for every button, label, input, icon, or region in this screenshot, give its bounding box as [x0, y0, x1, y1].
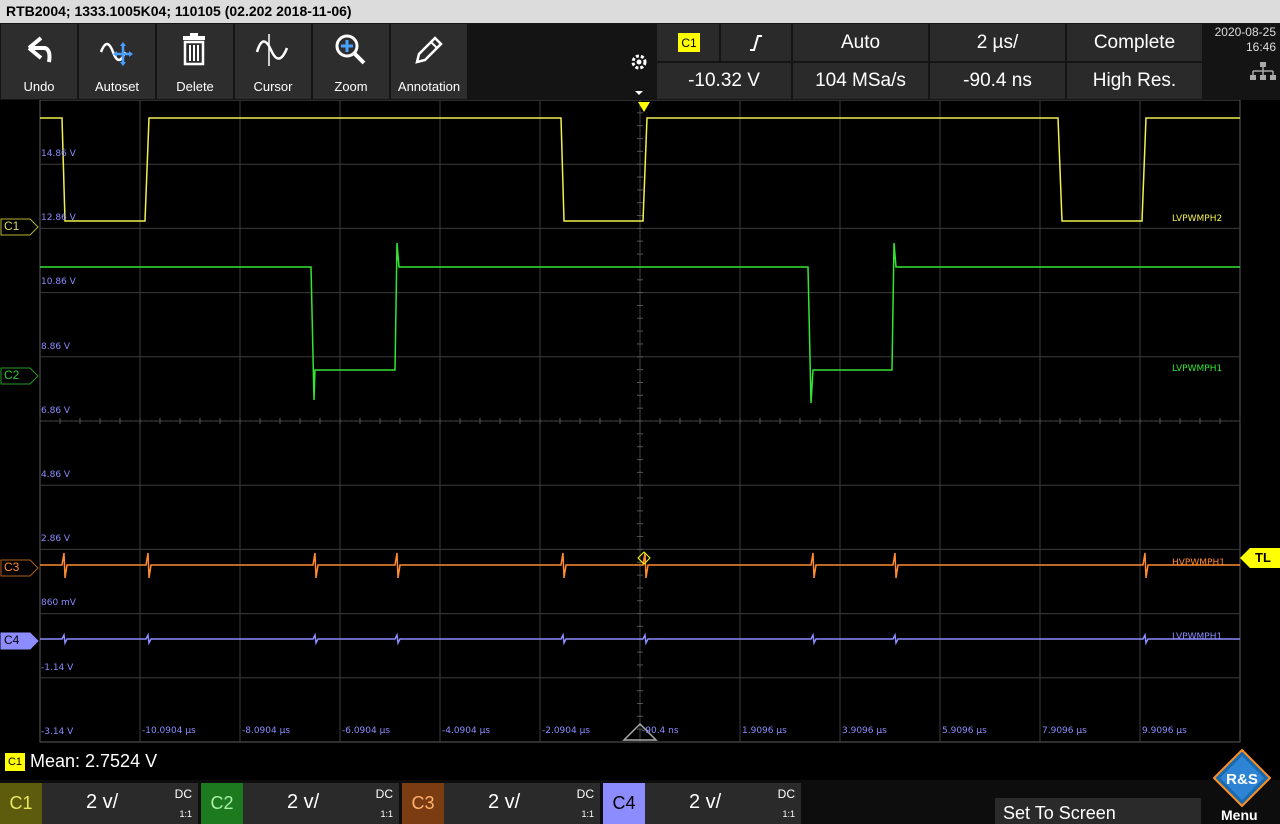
- time-axis-label: 7.9096 µs: [1042, 726, 1087, 736]
- window-title: RTB2004; 1333.1005K04; 110105 (02.202 20…: [0, 0, 1280, 23]
- trigger-settings-button[interactable]: [624, 24, 654, 98]
- c4-offset-marker[interactable]: C4: [0, 632, 40, 650]
- graticule: [39, 100, 1241, 743]
- pencil-icon: [415, 36, 443, 64]
- c3-ratio: 1:1: [581, 809, 594, 819]
- voltage-axis-label: 2.86 V: [41, 534, 71, 545]
- date-text: 2020-08-25: [1214, 25, 1276, 39]
- c2-ratio: 1:1: [380, 809, 393, 819]
- voltage-axis-label: 10.86 V: [41, 277, 76, 288]
- rs-logo-icon: R&S: [1212, 748, 1272, 808]
- autoset-icon: [99, 42, 133, 66]
- delete-label: Delete: [176, 79, 214, 94]
- time-axis-label: 3.9096 µs: [842, 726, 887, 736]
- menu-button[interactable]: R&S Menu: [1204, 748, 1280, 824]
- zoom-label: Zoom: [334, 79, 368, 94]
- time-axis-label: 5.9096 µs: [942, 726, 987, 736]
- measurement-bar: C1 Mean: 2.7524 V: [0, 748, 1280, 778]
- undo-label: Undo: [23, 79, 55, 94]
- c4-coupling: DC: [777, 787, 795, 801]
- time-axis-label: -2.0904 µs: [542, 726, 591, 736]
- c1-offset-marker[interactable]: C1: [0, 218, 40, 236]
- timebase-scale[interactable]: 2 µs/: [930, 24, 1065, 61]
- undo-icon: [27, 36, 52, 63]
- autoset-button[interactable]: Autoset: [79, 24, 155, 99]
- c4-scale: 2 v/: [689, 791, 722, 813]
- trash-icon: [183, 33, 205, 66]
- c1-scale: 2 v/: [86, 791, 119, 813]
- c1-trace-label: LVPWMPH2: [1172, 214, 1223, 224]
- set-to-screen-button[interactable]: Set To Screen: [995, 798, 1201, 824]
- annotation-button[interactable]: Annotation: [391, 24, 467, 99]
- c3-tag: C3: [402, 783, 444, 824]
- horizontal-position[interactable]: -90.4 ns: [930, 63, 1065, 99]
- c1-ratio: 1:1: [179, 809, 192, 819]
- trigger-level[interactable]: -10.32 V: [657, 63, 791, 99]
- channel-c3-settings[interactable]: C3 2 v/ DC 1:1: [402, 783, 600, 824]
- c1-tag: C1: [0, 783, 42, 824]
- menu-label: Menu: [1221, 807, 1258, 823]
- voltage-axis-label: 8.86 V: [41, 341, 71, 352]
- time-axis-label: -4.0904 µs: [442, 726, 491, 736]
- c4-ratio: 1:1: [782, 809, 795, 819]
- autoset-label: Autoset: [94, 79, 140, 94]
- datetime: 2020-08-25 16:46: [1204, 25, 1276, 87]
- c2-trace-label: LVPWMPH1: [1172, 364, 1223, 374]
- cursor-label: Cursor: [253, 79, 293, 94]
- annotation-label: Annotation: [397, 79, 461, 94]
- sample-rate[interactable]: 104 MSa/s: [793, 63, 928, 99]
- c3-coupling: DC: [576, 787, 594, 801]
- set-to-screen-label: Set To Screen: [1003, 803, 1116, 823]
- acquisition-mode[interactable]: High Res.: [1067, 63, 1202, 99]
- zoom-button[interactable]: Zoom: [313, 24, 389, 99]
- gear-icon: [631, 54, 647, 95]
- time-axis-label: -8.0904 µs: [242, 726, 291, 736]
- network-icon: [1250, 62, 1276, 80]
- rs-logo-text: R&S: [1226, 771, 1258, 788]
- c2-scale: 2 v/: [287, 791, 320, 813]
- c1-coupling: DC: [174, 787, 192, 801]
- rising-edge-icon: [750, 34, 762, 51]
- zoom-icon: [335, 34, 366, 65]
- cursor-button[interactable]: Cursor: [235, 24, 311, 99]
- time-axis-label: -10.0904 µs: [142, 726, 196, 736]
- voltage-axis-label: 4.86 V: [41, 470, 71, 480]
- cursor-wave-icon: [255, 34, 289, 66]
- time-axis-label: -90.4 ns: [642, 726, 679, 736]
- time-axis-label: 9.9096 µs: [1142, 726, 1187, 736]
- time-axis-label: -6.0904 µs: [342, 726, 391, 736]
- voltage-axis-label: -3.14 V: [41, 726, 74, 737]
- c2-tag: C2: [201, 783, 243, 824]
- time-text: 16:46: [1245, 40, 1276, 54]
- c3-offset-marker[interactable]: C3: [0, 559, 40, 577]
- acquisition-state[interactable]: Complete: [1067, 24, 1202, 61]
- channel-c2-settings[interactable]: C2 2 v/ DC 1:1: [201, 783, 399, 824]
- c2-coupling: DC: [375, 787, 393, 801]
- trigger-slope-cell[interactable]: [721, 24, 791, 61]
- c4-tag: C4: [603, 783, 645, 824]
- c3-trace-label: HVPWMPH1: [1172, 558, 1225, 568]
- delete-button[interactable]: Delete: [157, 24, 233, 99]
- voltage-axis-label: -1.14 V: [41, 662, 74, 673]
- trigger-level-marker[interactable]: TL: [1240, 548, 1280, 568]
- measurement-channel-badge[interactable]: C1: [5, 753, 25, 771]
- waveform-display[interactable]: [0, 100, 1280, 748]
- voltage-axis-label: 860 mV: [41, 598, 76, 609]
- channel-c1-settings[interactable]: C1 2 v/ DC 1:1: [0, 783, 198, 824]
- trigger-source-badge[interactable]: C1: [678, 33, 700, 52]
- voltage-axis-label: 12.86 V: [41, 213, 76, 224]
- measurement-result[interactable]: Mean: 2.7524 V: [30, 751, 157, 772]
- c2-offset-marker[interactable]: C2: [0, 367, 40, 385]
- trigger-mode[interactable]: Auto: [793, 24, 928, 61]
- time-axis-label: 1.9096 µs: [742, 726, 787, 736]
- c4-trace-label: LVPWMPH1: [1172, 632, 1223, 642]
- voltage-axis-label: 14.86 V: [41, 149, 76, 159]
- c3-scale: 2 v/: [488, 791, 521, 813]
- channel-c4-settings[interactable]: C4 2 v/ DC 1:1: [603, 783, 801, 824]
- undo-button[interactable]: Undo: [1, 24, 77, 99]
- voltage-axis-label: 6.86 V: [41, 405, 71, 416]
